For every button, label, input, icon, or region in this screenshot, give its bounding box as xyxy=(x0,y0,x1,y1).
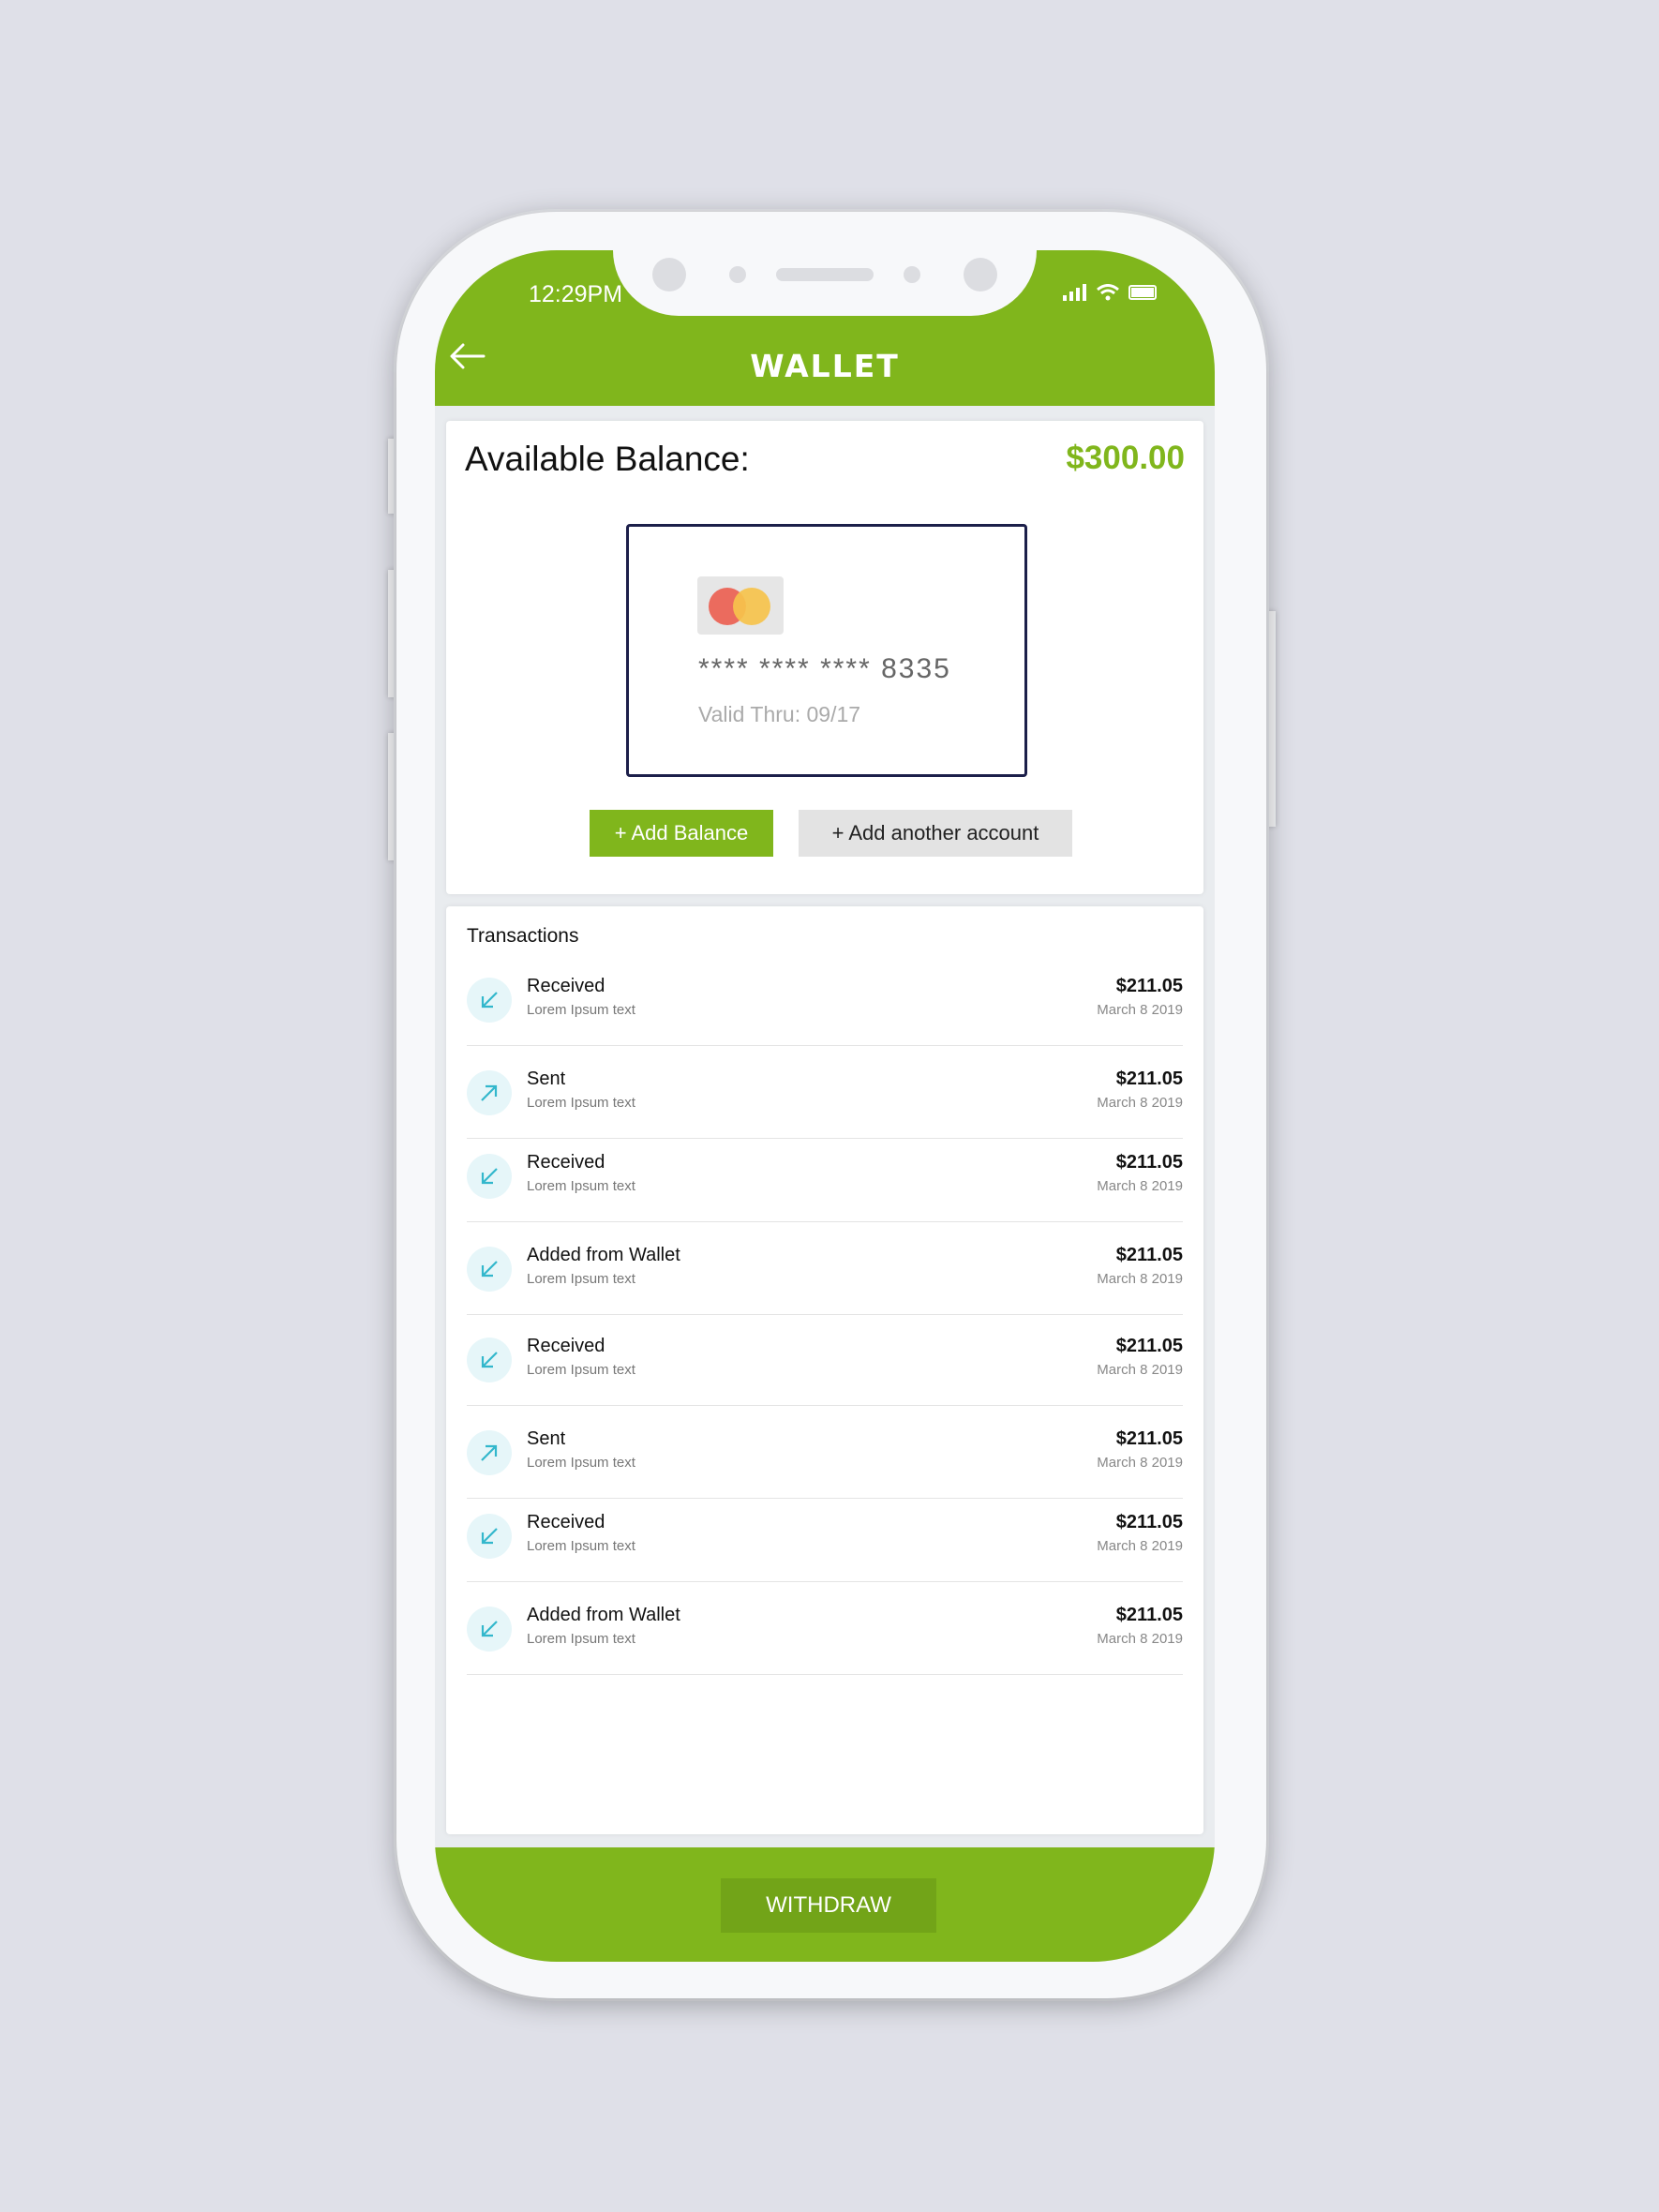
transaction-desc: Lorem Ipsum text xyxy=(527,1178,635,1194)
signal-icon xyxy=(1063,284,1086,301)
transaction-date: March 8 2019 xyxy=(1097,1362,1183,1378)
transaction-row[interactable]: Sent Lorem Ipsum text $211.05 March 8 20… xyxy=(467,1406,1183,1499)
top-bar: 12:29PM WALLET xyxy=(435,250,1215,406)
transaction-desc: Lorem Ipsum text xyxy=(527,1538,635,1554)
arrow-down-left-icon xyxy=(467,978,512,1023)
add-balance-button[interactable]: + Add Balance xyxy=(590,810,773,857)
transaction-amount: $211.05 xyxy=(1115,1512,1183,1532)
battery-icon xyxy=(1128,285,1157,300)
arrow-up-right-icon xyxy=(467,1070,512,1115)
transaction-amount: $211.05 xyxy=(1115,1605,1183,1625)
arrow-up-right-icon xyxy=(467,1430,512,1475)
page-title: WALLET xyxy=(750,348,900,384)
sensor-dot xyxy=(652,258,686,291)
transaction-desc: Lorem Ipsum text xyxy=(527,1271,635,1287)
sensor-dot xyxy=(729,266,746,283)
transaction-name: Received xyxy=(527,1336,605,1356)
transaction-row[interactable]: Sent Lorem Ipsum text $211.05 March 8 20… xyxy=(467,1046,1183,1139)
speaker-grille xyxy=(776,268,874,281)
arrow-down-left-icon xyxy=(467,1247,512,1292)
arrow-down-left-icon xyxy=(467,1514,512,1559)
transaction-name: Added from Wallet xyxy=(527,1605,680,1625)
transaction-row[interactable]: Received Lorem Ipsum text $211.05 March … xyxy=(467,1313,1183,1406)
transaction-date: March 8 2019 xyxy=(1097,1095,1183,1111)
transaction-date: March 8 2019 xyxy=(1097,1002,1183,1018)
mastercard-icon xyxy=(697,576,784,635)
transaction-name: Received xyxy=(527,1152,605,1173)
transaction-name: Received xyxy=(527,976,605,996)
camera-lens xyxy=(964,258,997,291)
transaction-date: March 8 2019 xyxy=(1097,1271,1183,1287)
balance-card: Available Balance: $300.00 **** **** ***… xyxy=(446,421,1203,894)
arrow-down-left-icon xyxy=(467,1154,512,1199)
add-account-button[interactable]: + Add another account xyxy=(799,810,1072,857)
transaction-desc: Lorem Ipsum text xyxy=(527,1095,635,1111)
balance-label: Available Balance: xyxy=(465,440,750,478)
transaction-date: March 8 2019 xyxy=(1097,1455,1183,1471)
sensor-dot xyxy=(904,266,920,283)
transaction-desc: Lorem Ipsum text xyxy=(527,1002,635,1018)
transaction-amount: $211.05 xyxy=(1115,1245,1183,1265)
transaction-date: March 8 2019 xyxy=(1097,1538,1183,1554)
transaction-name: Added from Wallet xyxy=(527,1245,680,1265)
card-expiry: Valid Thru: 09/17 xyxy=(698,702,861,726)
transaction-name: Sent xyxy=(527,1069,566,1089)
transaction-amount: $211.05 xyxy=(1115,976,1183,996)
transaction-desc: Lorem Ipsum text xyxy=(527,1455,635,1471)
withdraw-button[interactable]: WITHDRAW xyxy=(721,1878,936,1933)
transactions-panel: Transactions Received Lorem Ipsum text $… xyxy=(446,906,1203,1834)
transaction-date: March 8 2019 xyxy=(1097,1178,1183,1194)
transaction-amount: $211.05 xyxy=(1115,1152,1183,1173)
credit-card[interactable]: **** **** **** 8335 Valid Thru: 09/17 xyxy=(626,524,1027,777)
transaction-date: March 8 2019 xyxy=(1097,1631,1183,1647)
transaction-row[interactable]: Received Lorem Ipsum text $211.05 March … xyxy=(467,1129,1183,1222)
transaction-row[interactable]: Added from Wallet Lorem Ipsum text $211.… xyxy=(467,1222,1183,1315)
arrow-down-left-icon xyxy=(467,1338,512,1382)
wifi-icon xyxy=(1097,284,1119,301)
app-screen: 12:29PM WALLET Available Balance: $300.0… xyxy=(435,250,1215,1962)
card-number: **** **** **** 8335 xyxy=(698,653,951,684)
status-time: 12:29PM xyxy=(529,281,623,307)
transactions-title: Transactions xyxy=(467,925,579,947)
transaction-row[interactable]: Received Lorem Ipsum text $211.05 March … xyxy=(467,953,1183,1046)
bottom-bar: WITHDRAW xyxy=(435,1847,1215,1962)
transaction-amount: $211.05 xyxy=(1115,1428,1183,1449)
phone-notch xyxy=(613,250,1037,316)
transaction-name: Sent xyxy=(527,1428,566,1449)
transaction-desc: Lorem Ipsum text xyxy=(527,1631,635,1647)
transaction-row[interactable]: Added from Wallet Lorem Ipsum text $211.… xyxy=(467,1582,1183,1675)
balance-value: $300.00 xyxy=(1066,440,1185,476)
arrow-down-left-icon xyxy=(467,1607,512,1652)
transaction-row[interactable]: Received Lorem Ipsum text $211.05 March … xyxy=(467,1489,1183,1582)
status-icons xyxy=(1063,284,1158,301)
transaction-amount: $211.05 xyxy=(1115,1069,1183,1089)
transaction-amount: $211.05 xyxy=(1115,1336,1183,1356)
transaction-desc: Lorem Ipsum text xyxy=(527,1362,635,1378)
transaction-name: Received xyxy=(527,1512,605,1532)
